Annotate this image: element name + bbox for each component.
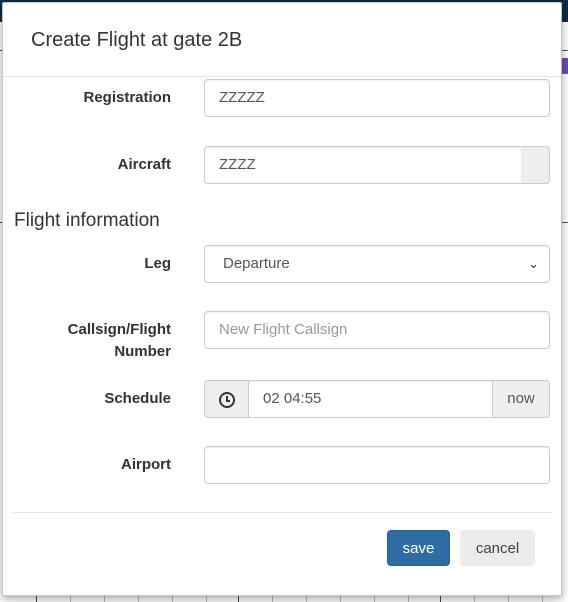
background-marker bbox=[562, 58, 568, 74]
callsign-label-line1: Callsign/Flight bbox=[67, 321, 171, 338]
callsign-label: Callsign/Flight Number bbox=[3, 319, 171, 363]
registration-label: Registration bbox=[83, 89, 171, 106]
cancel-button[interactable]: cancel bbox=[460, 530, 535, 566]
registration-input[interactable]: ZZZZZ bbox=[204, 79, 550, 117]
aircraft-label: Aircraft bbox=[117, 156, 171, 173]
schedule-now-button[interactable]: now bbox=[492, 380, 550, 418]
airport-label: Airport bbox=[121, 456, 171, 473]
flight-information-heading: Flight information bbox=[14, 210, 160, 231]
save-button[interactable]: save bbox=[387, 530, 450, 566]
callsign-label-line2: Number bbox=[114, 343, 171, 360]
leg-select[interactable]: Departure ⌄ bbox=[204, 245, 550, 283]
chevron-down-icon: ⌄ bbox=[528, 256, 539, 271]
leg-label: Leg bbox=[144, 255, 171, 272]
leg-selected-value: Departure bbox=[223, 255, 290, 272]
modal-header: Create Flight at gate 2B bbox=[3, 3, 561, 77]
clock-icon bbox=[218, 392, 235, 408]
footer-divider bbox=[13, 512, 552, 513]
modal-title: Create Flight at gate 2B bbox=[31, 29, 243, 51]
create-flight-dialog: Create Flight at gate 2B Registration ZZ… bbox=[2, 2, 562, 596]
aircraft-lookup-button[interactable] bbox=[521, 146, 550, 184]
callsign-input[interactable]: New Flight Callsign bbox=[204, 311, 550, 349]
schedule-input[interactable]: 02 04:55 bbox=[248, 380, 493, 418]
airport-input[interactable] bbox=[204, 446, 550, 484]
schedule-label: Schedule bbox=[104, 390, 171, 407]
schedule-clock-addon[interactable] bbox=[204, 380, 249, 418]
aircraft-input[interactable]: ZZZZ bbox=[204, 146, 522, 184]
